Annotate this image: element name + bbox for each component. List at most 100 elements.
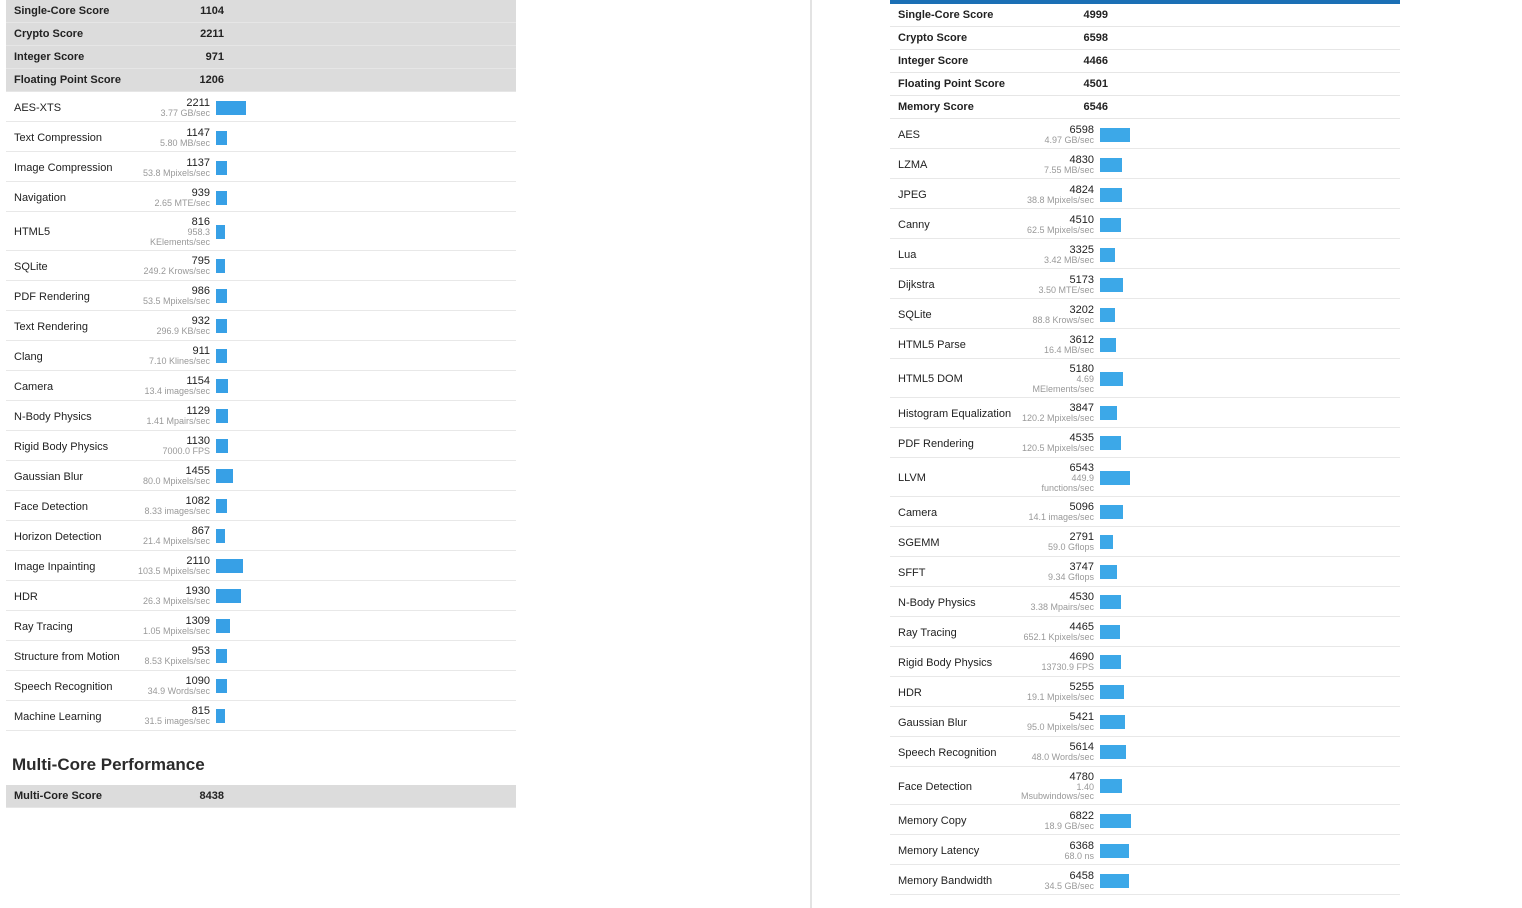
benchmark-row: PDF Rendering98653.5 Mpixels/sec — [6, 281, 516, 311]
benchmark-bar — [216, 379, 228, 393]
benchmark-unit: 68.0 ns — [1018, 852, 1094, 862]
benchmark-name: Face Detection — [14, 500, 134, 513]
benchmark-bar — [216, 225, 225, 239]
benchmark-row: Memory Copy682218.9 GB/sec — [890, 805, 1400, 835]
benchmark-name: Canny — [898, 218, 1018, 231]
summary-value: 1206 — [184, 74, 224, 86]
summary-label: Integer Score — [14, 51, 184, 63]
benchmark-name: SGEMM — [898, 536, 1018, 549]
benchmark-bar — [1100, 844, 1129, 858]
benchmark-bar-track — [216, 469, 508, 483]
benchmark-row: JPEG482438.8 Mpixels/sec — [890, 179, 1400, 209]
benchmark-bar — [1100, 188, 1122, 202]
benchmark-unit: 13.4 images/sec — [134, 387, 210, 397]
benchmark-row: AES65984.97 GB/sec — [890, 119, 1400, 149]
benchmark-name: Speech Recognition — [14, 680, 134, 693]
benchmark-row: SGEMM279159.0 Gflops — [890, 527, 1400, 557]
benchmark-row: LZMA48307.55 MB/sec — [890, 149, 1400, 179]
benchmark-bar-track — [1100, 436, 1392, 450]
benchmark-score-col: 636868.0 ns — [1018, 840, 1100, 862]
summary-label: Integer Score — [898, 55, 1068, 67]
benchmark-score-col: 65984.97 GB/sec — [1018, 124, 1100, 146]
left-benchmark-table: AES-XTS22113.77 GB/secText Compression11… — [6, 92, 516, 731]
summary-value: 6598 — [1068, 32, 1108, 44]
benchmark-bar — [1100, 218, 1121, 232]
benchmark-name: HTML5 Parse — [898, 338, 1018, 351]
benchmark-score: 5173 — [1018, 274, 1094, 286]
benchmark-bar — [1100, 779, 1122, 793]
left-pane[interactable]: Single-Core Score1104Crypto Score2211Int… — [0, 0, 810, 908]
benchmark-unit: 88.8 Krows/sec — [1018, 316, 1094, 326]
benchmark-unit: 449.9 functions/sec — [1018, 474, 1094, 494]
benchmark-bar-track — [1100, 248, 1392, 262]
benchmark-score: 4824 — [1018, 184, 1094, 196]
summary-value: 6546 — [1068, 101, 1108, 113]
benchmark-bar-track — [1100, 218, 1392, 232]
benchmark-row: HDR193026.3 Mpixels/sec — [6, 581, 516, 611]
benchmark-bar — [1100, 535, 1113, 549]
benchmark-bar — [1100, 248, 1115, 262]
benchmark-bar-track — [216, 101, 508, 115]
benchmark-row: Face Detection10828.33 images/sec — [6, 491, 516, 521]
benchmark-bar — [216, 289, 227, 303]
benchmark-bar — [1100, 128, 1130, 142]
benchmark-name: AES — [898, 128, 1018, 141]
benchmark-name: Camera — [14, 380, 134, 393]
summary-value: 4466 — [1068, 55, 1108, 67]
benchmark-row: SQLite320288.8 Krows/sec — [890, 299, 1400, 329]
benchmark-unit: 3.42 MB/sec — [1018, 256, 1094, 266]
benchmark-row: LLVM6543449.9 functions/sec — [890, 458, 1400, 497]
benchmark-row: Rigid Body Physics11307000.0 FPS — [6, 431, 516, 461]
benchmark-score: 4510 — [1018, 214, 1094, 226]
benchmark-bar — [1100, 745, 1126, 759]
benchmark-name: N-Body Physics — [14, 410, 134, 423]
benchmark-unit: 38.8 Mpixels/sec — [1018, 196, 1094, 206]
benchmark-unit: 296.9 KB/sec — [134, 327, 210, 337]
benchmark-row: Horizon Detection86721.4 Mpixels/sec — [6, 521, 516, 551]
benchmark-bar-track — [216, 225, 508, 239]
benchmark-score-col: 193026.3 Mpixels/sec — [134, 585, 216, 607]
right-pane[interactable]: Single-Core Score4999Crypto Score6598Int… — [812, 0, 1522, 908]
benchmark-row: N-Body Physics45303.38 Mpairs/sec — [890, 587, 1400, 617]
benchmark-bar-track — [216, 499, 508, 513]
benchmark-unit: 59.0 Gflops — [1018, 543, 1094, 553]
benchmark-unit: 18.9 GB/sec — [1018, 822, 1094, 832]
benchmark-bar — [216, 649, 227, 663]
benchmark-name: SFFT — [898, 566, 1018, 579]
summary-row: Floating Point Score1206 — [6, 69, 516, 92]
benchmark-score-col: 4465652.1 Kpixels/sec — [1018, 621, 1100, 643]
benchmark-row: HTML5 Parse361216.4 MB/sec — [890, 329, 1400, 359]
benchmark-name: Lua — [898, 248, 1018, 261]
benchmark-bar-track — [216, 559, 508, 573]
benchmark-name: N-Body Physics — [898, 596, 1018, 609]
summary-value: 8438 — [184, 790, 224, 802]
benchmark-name: Dijkstra — [898, 278, 1018, 291]
benchmark-unit: 16.4 MB/sec — [1018, 346, 1094, 356]
benchmark-score-col: 37479.34 Gflops — [1018, 561, 1100, 583]
benchmark-bar — [1100, 874, 1129, 888]
benchmark-bar — [1100, 338, 1116, 352]
benchmark-score: 4830 — [1018, 154, 1094, 166]
benchmark-row: Rigid Body Physics469013730.9 FPS — [890, 647, 1400, 677]
benchmark-bar-track — [216, 619, 508, 633]
benchmark-row: Structure from Motion9538.53 Kpixels/sec — [6, 641, 516, 671]
benchmark-row: SQLite795249.2 Krows/sec — [6, 251, 516, 281]
benchmark-score-col: 22113.77 GB/sec — [134, 97, 216, 119]
left-panel: Single-Core Score1104Crypto Score2211Int… — [6, 0, 516, 808]
benchmark-name: LZMA — [898, 158, 1018, 171]
benchmark-score-col: 81531.5 images/sec — [134, 705, 216, 727]
benchmark-name: AES-XTS — [14, 101, 134, 114]
benchmark-bar-track — [216, 409, 508, 423]
benchmark-row: Memory Bandwidth645834.5 GB/sec — [890, 865, 1400, 895]
benchmark-unit: 652.1 Kpixels/sec — [1018, 633, 1094, 643]
benchmark-unit: 249.2 Krows/sec — [134, 267, 210, 277]
benchmark-score-col: 115413.4 images/sec — [134, 375, 216, 397]
benchmark-unit: 8.53 Kpixels/sec — [134, 657, 210, 667]
summary-label: Single-Core Score — [898, 9, 1068, 21]
benchmark-row: AES-XTS22113.77 GB/sec — [6, 92, 516, 122]
benchmark-score-col: 48307.55 MB/sec — [1018, 154, 1100, 176]
benchmark-bar — [216, 191, 227, 205]
benchmark-bar-track — [216, 259, 508, 273]
summary-value: 4999 — [1068, 9, 1108, 21]
benchmark-name: PDF Rendering — [898, 437, 1018, 450]
